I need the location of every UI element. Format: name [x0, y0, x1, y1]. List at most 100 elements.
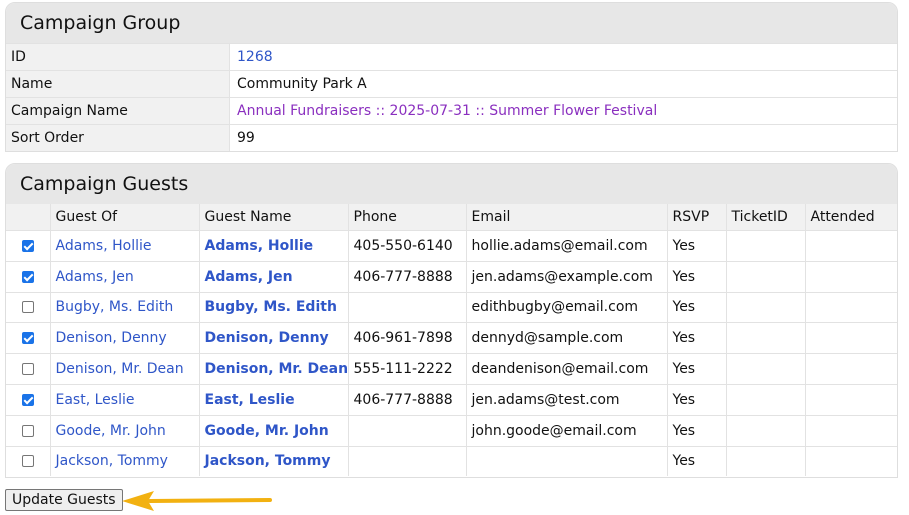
guest-rsvp: Yes: [667, 322, 727, 354]
guest-checkbox[interactable]: [21, 239, 34, 252]
id-label: ID: [6, 43, 230, 71]
guest-rsvp: Yes: [667, 353, 727, 385]
name-value: Community Park A: [229, 70, 897, 98]
guest-phone: 555-111-2222: [348, 353, 467, 385]
header-guest-name: Guest Name: [199, 204, 349, 231]
campaign-group-panel: Campaign Group ID 1268 Name Community Pa…: [5, 2, 898, 152]
sort-order-value: 99: [229, 124, 897, 151]
table-row: Goode, Mr. John Goode, Mr. John john.goo…: [6, 414, 897, 447]
group-row-campaign: Campaign Name Annual Fundraisers :: 2025…: [6, 97, 897, 125]
guest-rsvp: Yes: [667, 291, 727, 323]
guest-email: hollie.adams@email.com: [466, 230, 668, 262]
guest-attended: [805, 414, 897, 447]
guest-attended: [805, 230, 897, 262]
guest-of-link[interactable]: Adams, Hollie: [50, 230, 200, 262]
header-attended: Attended: [805, 204, 897, 231]
guest-of-link[interactable]: Jackson, Tommy: [50, 445, 200, 477]
guest-ticket-id: [726, 353, 806, 385]
header-select: [6, 204, 51, 231]
guest-attended: [805, 260, 897, 293]
guests-header-row: Guest Of Guest Name Phone Email RSVP Tic…: [6, 204, 897, 231]
guest-attended: [805, 445, 897, 477]
guest-rsvp: Yes: [667, 260, 727, 293]
guest-phone: 405-550-6140: [348, 230, 467, 262]
guest-email: dennyd@sample.com: [466, 322, 668, 354]
guest-ticket-id: [726, 291, 806, 323]
guest-attended: [805, 383, 897, 416]
campaign-group-title: Campaign Group: [6, 3, 897, 43]
guest-of-link[interactable]: Denison, Denny: [50, 322, 200, 354]
guest-of-link[interactable]: Adams, Jen: [50, 260, 200, 293]
guest-rsvp: Yes: [667, 414, 727, 447]
campaign-name-label: Campaign Name: [6, 97, 230, 125]
guest-email: deandenison@email.com: [466, 353, 668, 385]
guest-of-link[interactable]: Denison, Mr. Dean: [50, 353, 200, 385]
guest-phone: 406-961-7898: [348, 322, 467, 354]
guest-name-link[interactable]: Denison, Denny: [199, 322, 349, 354]
campaign-guests-title: Campaign Guests: [6, 164, 897, 204]
guest-rsvp: Yes: [667, 445, 727, 477]
guest-name-link[interactable]: Adams, Hollie: [199, 230, 349, 262]
header-guest-of: Guest Of: [50, 204, 200, 231]
guest-email: jen.adams@example.com: [466, 260, 668, 293]
guest-checkbox[interactable]: [21, 332, 34, 345]
guest-name-link[interactable]: East, Leslie: [199, 383, 349, 416]
guests-table: Guest Of Guest Name Phone Email RSVP Tic…: [6, 204, 897, 477]
header-rsvp: RSVP: [667, 204, 727, 231]
guest-checkbox[interactable]: [21, 424, 34, 437]
guest-of-link[interactable]: Bugby, Ms. Edith: [50, 291, 200, 323]
guest-email: jen.adams@test.com: [466, 383, 668, 416]
guest-rsvp: Yes: [667, 230, 727, 262]
table-row: Denison, Denny Denison, Denny 406-961-78…: [6, 322, 897, 354]
update-guests-button[interactable]: Update Guests: [5, 489, 123, 511]
name-label: Name: [6, 70, 230, 98]
pointer-arrow-icon: [122, 491, 272, 511]
guest-ticket-id: [726, 260, 806, 293]
guest-checkbox[interactable]: [21, 455, 34, 468]
guest-email: edithbugby@email.com: [466, 291, 668, 323]
guest-ticket-id: [726, 445, 806, 477]
guest-ticket-id: [726, 414, 806, 447]
table-row: Denison, Mr. Dean Denison, Mr. Dean 555-…: [6, 353, 897, 385]
id-link[interactable]: 1268: [229, 43, 897, 71]
guest-rsvp: Yes: [667, 383, 727, 416]
guest-phone: [348, 445, 467, 477]
guest-name-link[interactable]: Adams, Jen: [199, 260, 349, 293]
group-row-name: Name Community Park A: [6, 70, 897, 98]
table-row: Jackson, Tommy Jackson, Tommy Yes: [6, 445, 897, 477]
header-phone: Phone: [348, 204, 467, 231]
guest-ticket-id: [726, 383, 806, 416]
guest-phone: 406-777-8888: [348, 260, 467, 293]
guest-checkbox[interactable]: [21, 301, 34, 314]
guest-name-link[interactable]: Bugby, Ms. Edith: [199, 291, 349, 323]
guest-checkbox[interactable]: [21, 363, 34, 376]
guest-ticket-id: [726, 322, 806, 354]
guest-of-link[interactable]: Goode, Mr. John: [50, 414, 200, 447]
sort-order-label: Sort Order: [6, 124, 230, 151]
guest-of-link[interactable]: East, Leslie: [50, 383, 200, 416]
table-row: Adams, Jen Adams, Jen 406-777-8888 jen.a…: [6, 260, 897, 293]
table-row: Bugby, Ms. Edith Bugby, Ms. Edith edithb…: [6, 291, 897, 323]
guest-attended: [805, 291, 897, 323]
guest-name-link[interactable]: Denison, Mr. Dean: [199, 353, 349, 385]
guest-checkbox[interactable]: [21, 270, 34, 283]
campaign-guests-panel: Campaign Guests Guest Of Guest Name Phon…: [5, 163, 898, 478]
guest-attended: [805, 353, 897, 385]
table-row: East, Leslie East, Leslie 406-777-8888 j…: [6, 383, 897, 416]
header-email: Email: [466, 204, 668, 231]
table-row: Adams, Hollie Adams, Hollie 405-550-6140…: [6, 230, 897, 262]
guest-attended: [805, 322, 897, 354]
guest-email: [466, 445, 668, 477]
guest-name-link[interactable]: Goode, Mr. John: [199, 414, 349, 447]
guest-ticket-id: [726, 230, 806, 262]
guest-checkbox[interactable]: [21, 393, 34, 406]
campaign-name-link[interactable]: Annual Fundraisers :: 2025-07-31 :: Summ…: [229, 97, 897, 125]
guest-phone: 406-777-8888: [348, 383, 467, 416]
guest-name-link[interactable]: Jackson, Tommy: [199, 445, 349, 477]
guest-phone: [348, 414, 467, 447]
group-row-id: ID 1268: [6, 43, 897, 71]
guest-email: john.goode@email.com: [466, 414, 668, 447]
campaign-group-table: ID 1268 Name Community Park A Campaign N…: [6, 43, 897, 151]
guest-phone: [348, 291, 467, 323]
group-row-sort: Sort Order 99: [6, 124, 897, 151]
